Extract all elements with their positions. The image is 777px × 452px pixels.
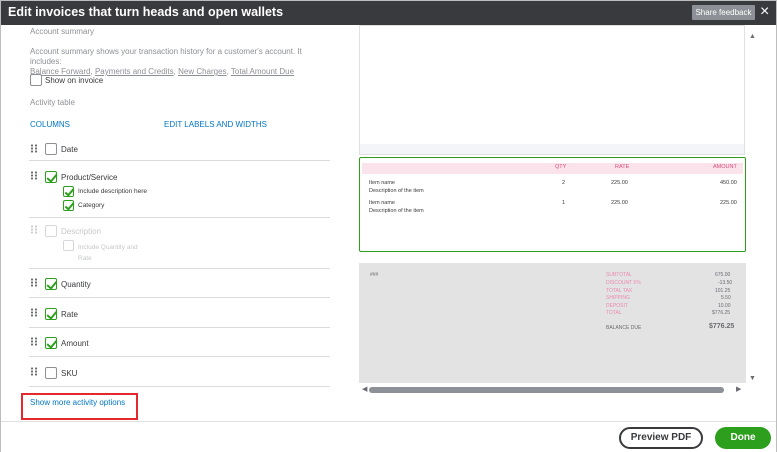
row1-item-name: Item name bbox=[369, 180, 395, 186]
qty-header: QTY bbox=[555, 164, 567, 170]
divider bbox=[29, 327, 330, 328]
drag-handle-icon[interactable] bbox=[30, 144, 38, 153]
drag-handle-icon[interactable] bbox=[30, 337, 38, 346]
vertical-scrollbar[interactable]: ▲ ▼ bbox=[747, 25, 776, 395]
payments-credits-link: Payments and Credits bbox=[94, 67, 174, 76]
total-label: TOTAL bbox=[606, 310, 622, 316]
preview-footer-band bbox=[360, 144, 744, 154]
row1-rate: 225.00 bbox=[611, 180, 628, 186]
scroll-down-icon[interactable]: ▼ bbox=[749, 375, 756, 382]
invoice-summary-preview: ### SUBTOTAL 675.00 DISCOUNT 5% -13.50 T… bbox=[359, 263, 746, 383]
category-checkbox[interactable] bbox=[63, 200, 74, 211]
subtotal-value: 675.00 bbox=[715, 272, 731, 278]
activity-table-heading: Activity table bbox=[30, 98, 75, 107]
rate-header: RATE bbox=[615, 164, 630, 170]
columns-label: COLUMNS bbox=[30, 120, 71, 129]
discount-value: -13.50 bbox=[718, 280, 733, 286]
include-quantity-rate-checkbox bbox=[63, 240, 74, 251]
description-label: Description bbox=[61, 227, 102, 236]
date-checkbox[interactable] bbox=[45, 143, 57, 155]
account-summary-heading: Account summary bbox=[30, 27, 95, 36]
scroll-up-icon[interactable]: ▲ bbox=[749, 33, 756, 40]
row2-qty: 1 bbox=[562, 200, 566, 206]
divider bbox=[29, 386, 330, 387]
close-icon[interactable]: × bbox=[760, 2, 769, 22]
scrollbar-thumb[interactable] bbox=[369, 387, 724, 393]
preview-table-header: QTY RATE AMOUNT bbox=[362, 163, 743, 174]
modal-header: Edit invoices that turn heads and open w… bbox=[1, 1, 776, 25]
edit-labels-widths-link[interactable]: EDIT LABELS AND WIDTHS bbox=[164, 120, 267, 129]
include-description-checkbox[interactable] bbox=[63, 186, 74, 197]
drag-handle-icon[interactable] bbox=[30, 278, 38, 287]
deposit-label: DEPOSIT bbox=[606, 303, 628, 309]
discount-label: DISCOUNT 5% bbox=[606, 280, 641, 286]
include-quantity-rate-label: Include Quantity and Rate bbox=[78, 244, 138, 262]
divider bbox=[29, 268, 330, 269]
sku-label: SKU bbox=[61, 369, 78, 378]
highlight-box bbox=[21, 393, 138, 420]
amount-checkbox[interactable] bbox=[45, 337, 57, 349]
product-service-label: Product/Service bbox=[61, 173, 118, 182]
sku-checkbox[interactable] bbox=[45, 367, 57, 379]
rate-label: Rate bbox=[61, 310, 78, 319]
category-label: Category bbox=[78, 202, 105, 209]
drag-handle-icon[interactable] bbox=[30, 171, 38, 180]
subtotal-label: SUBTOTAL bbox=[606, 272, 632, 278]
quantity-label: Quantity bbox=[61, 280, 91, 289]
total-value: $776.25 bbox=[712, 310, 731, 316]
amount-header: AMOUNT bbox=[713, 164, 737, 170]
summary-left-text: ### bbox=[370, 272, 379, 278]
drag-handle-icon[interactable] bbox=[30, 367, 38, 376]
row2-item-desc: Description of the item bbox=[369, 208, 424, 214]
row2-item-name: Item name bbox=[369, 200, 395, 206]
divider bbox=[29, 356, 330, 357]
settings-panel: Account summary Account summary shows yo… bbox=[1, 25, 343, 421]
total-tax-value: 101.25 bbox=[715, 288, 731, 294]
divider bbox=[29, 160, 330, 161]
activity-table-preview[interactable]: QTY RATE AMOUNT Item name Description of… bbox=[359, 157, 746, 252]
scroll-right-icon[interactable]: ▶ bbox=[736, 385, 741, 393]
new-charges-link: New Charges bbox=[178, 67, 227, 76]
drag-handle-icon[interactable] bbox=[30, 308, 38, 317]
show-on-invoice-checkbox[interactable] bbox=[30, 74, 42, 86]
amount-label: Amount bbox=[61, 339, 89, 348]
invoice-preview-top bbox=[359, 25, 745, 155]
total-tax-label: TOTAL TAX bbox=[606, 288, 633, 294]
modal-footer: Preview PDF Done bbox=[1, 421, 776, 452]
row2-rate: 225.00 bbox=[611, 200, 628, 206]
shipping-value: 5.50 bbox=[721, 295, 731, 301]
balance-due-value: $776.25 bbox=[709, 323, 735, 330]
drag-handle-icon bbox=[30, 225, 38, 234]
horizontal-scrollbar[interactable]: ◀ ▶ bbox=[359, 385, 746, 395]
date-label: Date bbox=[61, 145, 78, 154]
modal-title: Edit invoices that turn heads and open w… bbox=[8, 5, 284, 19]
modal-window: Edit invoices that turn heads and open w… bbox=[0, 0, 777, 452]
row1-item-desc: Description of the item bbox=[369, 188, 424, 194]
total-amount-due-link: Total Amount Due bbox=[230, 67, 295, 76]
divider bbox=[29, 217, 330, 218]
done-button[interactable]: Done bbox=[715, 427, 771, 449]
product-service-checkbox[interactable] bbox=[45, 171, 57, 183]
preview-pdf-button[interactable]: Preview PDF bbox=[619, 427, 703, 449]
description-checkbox bbox=[45, 225, 57, 237]
shipping-label: SHIPPING bbox=[606, 295, 630, 301]
deposit-value: 10.00 bbox=[718, 303, 731, 309]
account-summary-description: Account summary shows your transaction h… bbox=[30, 47, 302, 76]
row1-amount: 450.00 bbox=[720, 180, 737, 186]
quantity-checkbox[interactable] bbox=[45, 278, 57, 290]
include-description-label: Include description here bbox=[78, 188, 148, 195]
balance-due-label: BALANCE DUE bbox=[606, 325, 642, 331]
divider bbox=[29, 297, 330, 298]
show-on-invoice-label: Show on invoice bbox=[45, 76, 104, 85]
scroll-left-icon[interactable]: ◀ bbox=[362, 385, 367, 393]
share-feedback-button[interactable]: Share feedback bbox=[692, 5, 755, 20]
rate-checkbox[interactable] bbox=[45, 308, 57, 320]
row2-amount: 225.00 bbox=[720, 200, 737, 206]
row1-qty: 2 bbox=[562, 180, 566, 186]
